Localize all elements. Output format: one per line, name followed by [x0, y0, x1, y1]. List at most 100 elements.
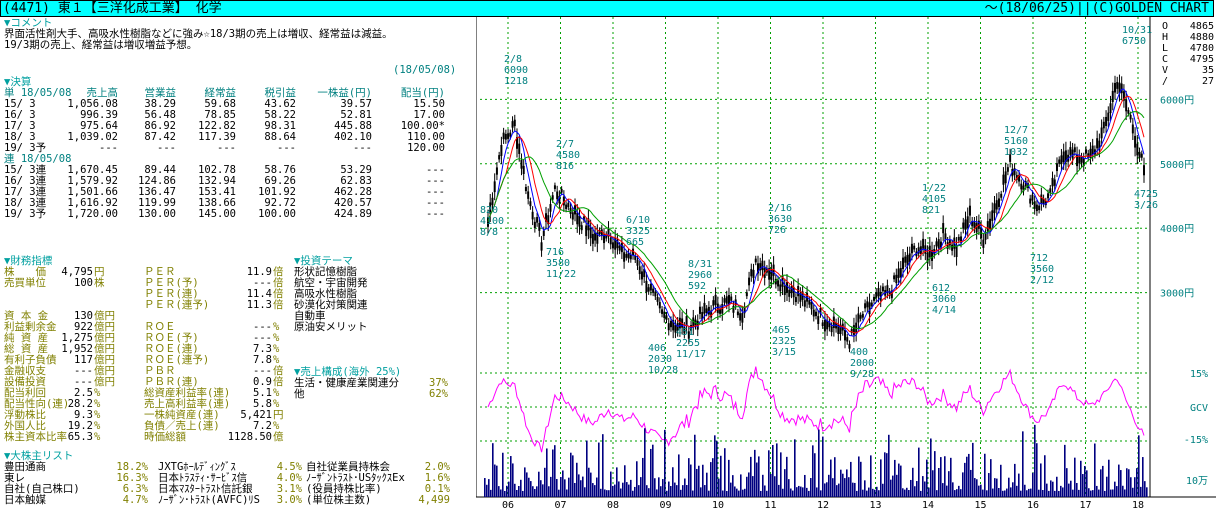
volume-bar	[966, 456, 968, 497]
volume-bar	[566, 489, 568, 497]
volume-bar	[1026, 490, 1028, 497]
ohlc-key: V	[1162, 65, 1168, 76]
annotation-price: 4100	[480, 216, 504, 227]
volume-bar	[936, 490, 938, 497]
volume-bar	[982, 489, 984, 497]
volume-bar	[574, 482, 576, 497]
price-candle-body	[1134, 135, 1137, 148]
price-candle-body	[794, 297, 797, 303]
financial-value: 100	[74, 277, 93, 289]
volume-bar	[580, 480, 582, 497]
volume-bar	[568, 477, 570, 497]
volume-bar	[924, 481, 926, 497]
volume-bar	[872, 488, 874, 497]
shareholder-pct: 3.0%	[276, 494, 302, 506]
volume-bar	[612, 485, 614, 497]
volume-bar	[532, 486, 534, 497]
annotation-price: 2030	[648, 354, 672, 365]
volume-bar	[682, 485, 684, 497]
volume-bar	[1074, 457, 1076, 497]
volume-bar	[822, 436, 824, 497]
volume-bar	[504, 490, 506, 497]
price-candle-body	[625, 254, 628, 258]
volume-bar	[846, 469, 848, 497]
volume-bar	[1016, 485, 1018, 497]
annotation-label: 451	[676, 327, 694, 338]
price-candle-body	[553, 185, 556, 189]
price-candle-body	[698, 306, 701, 314]
price-candle-body	[1073, 147, 1076, 153]
annotation-label: 4725	[1134, 189, 1158, 200]
volume-bar	[770, 473, 772, 497]
price-candle-body	[652, 288, 655, 293]
shareholder-name: (単位株主数)	[306, 494, 372, 506]
volume-bar	[492, 443, 494, 497]
volume-bar	[554, 445, 556, 497]
price-candle-body	[1047, 193, 1050, 199]
volume-bar	[1140, 486, 1142, 497]
volume-bar	[912, 467, 914, 497]
annotation-label: 6/10	[626, 215, 650, 226]
volume-bar	[804, 474, 806, 497]
volume-bar	[526, 472, 528, 497]
volume-bar	[1080, 460, 1082, 497]
volume-bar	[996, 478, 998, 497]
volume-bar	[716, 440, 718, 497]
price-candle-body	[989, 218, 992, 229]
price-candle-body	[821, 322, 824, 327]
results-cell: ---	[99, 142, 118, 154]
annotation-label: 612	[932, 283, 950, 294]
volume-bar	[848, 477, 850, 497]
ohlc-key: C	[1162, 54, 1168, 65]
price-candle-body	[808, 300, 811, 305]
financial-unit: %	[94, 431, 101, 443]
price-candle-body	[1127, 110, 1130, 114]
volume-bar	[864, 480, 866, 497]
x-tick-label: 07	[554, 500, 566, 511]
volume-bar	[1050, 480, 1052, 497]
moving-average-mid	[487, 95, 1145, 334]
volume-bar	[1136, 468, 1138, 497]
volume-bar	[648, 488, 650, 497]
volume-bar	[702, 464, 704, 497]
ohlc-key: /	[1162, 76, 1168, 87]
volume-bar	[824, 483, 826, 497]
volume-bar	[736, 488, 738, 497]
annotation-label: 2/16	[768, 203, 792, 214]
price-candle-body	[580, 225, 583, 231]
ohlc-key: L	[1162, 43, 1168, 54]
volume-bar	[562, 470, 564, 497]
volume-bar	[764, 485, 766, 497]
volume-bar	[1092, 490, 1094, 497]
price-candle-body	[493, 181, 496, 193]
price-candle-body	[565, 204, 568, 209]
volume-bar	[1104, 490, 1106, 497]
volume-bar	[974, 478, 976, 497]
price-candle-body	[1006, 167, 1009, 172]
volume-bar	[724, 448, 726, 497]
price-candle-body	[957, 236, 960, 241]
volume-bar	[742, 489, 744, 497]
price-candle-body	[968, 205, 971, 216]
volume-bar	[882, 483, 884, 497]
price-candle-body	[942, 223, 945, 234]
volume-bar	[940, 457, 942, 497]
volume-bar	[760, 490, 762, 497]
annotation-date: 3/15	[772, 347, 796, 358]
price-candle-body	[1038, 205, 1041, 211]
price-candle-body	[1013, 168, 1016, 175]
price-candle-body	[654, 291, 657, 297]
volume-bar	[750, 456, 752, 497]
price-candle-body	[656, 297, 659, 302]
volume-bar	[516, 489, 518, 497]
price-candle-body	[1143, 165, 1145, 176]
volume-bar	[1040, 463, 1042, 497]
volume-bar	[926, 459, 928, 497]
comment-line-2: 19/3期の売上、経常益は増収増益予想。	[4, 39, 198, 51]
price-candle-body	[815, 311, 817, 317]
volume-bar	[540, 480, 542, 497]
volume-bar	[780, 452, 782, 497]
volume-bar	[832, 478, 834, 497]
annotation-date: 11/22	[546, 269, 576, 280]
results-cell: ---	[426, 208, 445, 220]
